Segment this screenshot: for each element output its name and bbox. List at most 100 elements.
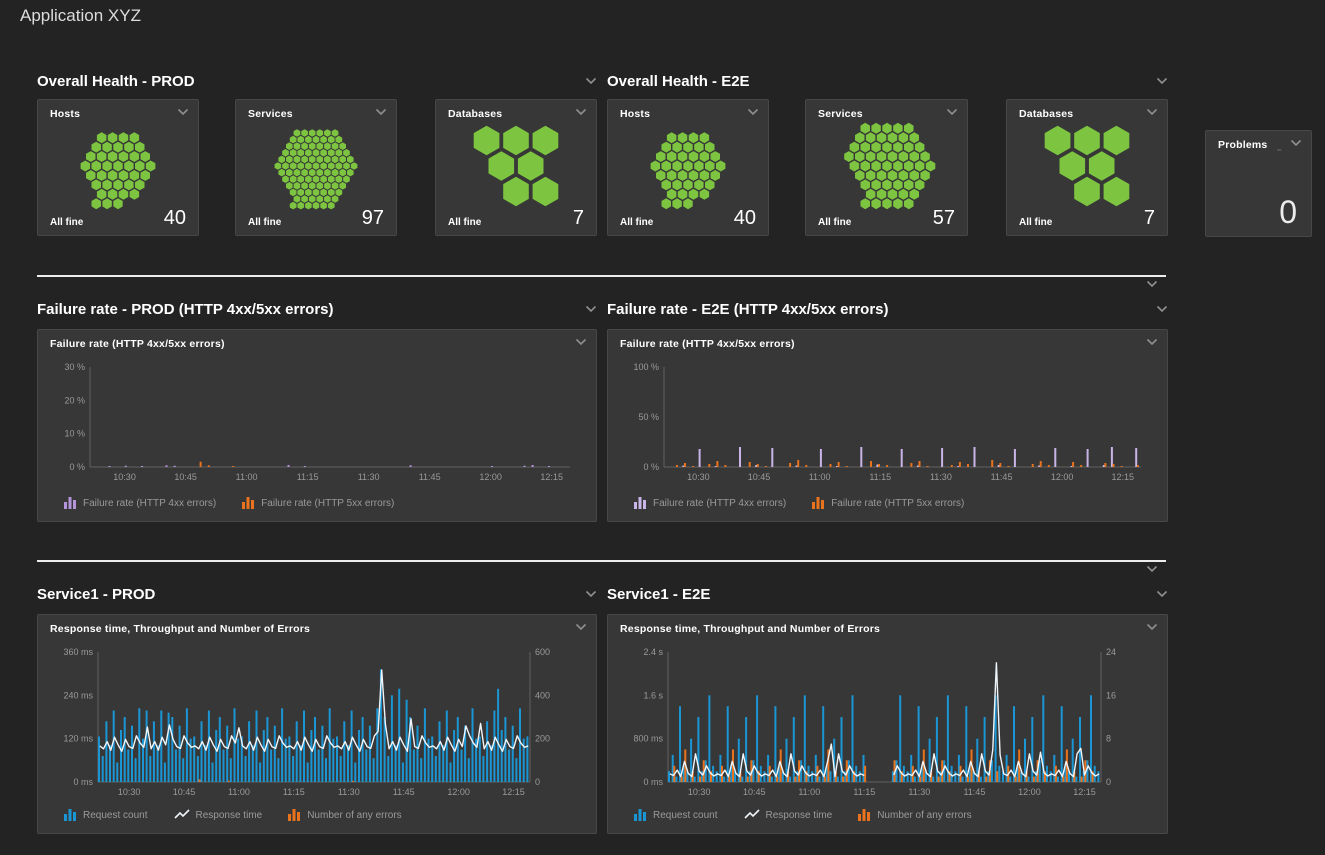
chevron-down-icon[interactable]: [1146, 338, 1158, 346]
line-series-icon: [744, 809, 760, 821]
tile-hosts-e2e: Hosts All fine40: [607, 99, 769, 236]
svg-text:360 ms: 360 ms: [63, 647, 93, 657]
legend-label: Request count: [83, 810, 148, 821]
line-series-icon: [174, 809, 190, 821]
entity-count: 40: [734, 208, 756, 228]
svg-text:11:15: 11:15: [869, 472, 891, 482]
svg-text:240 ms: 240 ms: [63, 690, 93, 700]
svg-text:0 %: 0 %: [69, 462, 85, 472]
svg-text:11:45: 11:45: [419, 472, 441, 482]
svg-text:11:00: 11:00: [798, 787, 820, 797]
svg-text:0: 0: [1106, 777, 1111, 787]
svg-text:11:30: 11:30: [930, 472, 952, 482]
tile-problems: Problems 0: [1205, 130, 1312, 237]
health-hexagons: [236, 124, 396, 205]
service1-e2e-chart: 0 ms800 ms1.6 s2.4 s08162410:3010:4511:0…: [620, 643, 1155, 805]
chart-legend: Request count Response time Number of any …: [634, 809, 972, 821]
legend-item[interactable]: Number of any errors: [288, 809, 401, 821]
chevron-down-icon[interactable]: [1156, 305, 1168, 313]
svg-text:50 %: 50 %: [638, 412, 659, 422]
tile-databases-prod: Databases All fine7: [435, 99, 597, 236]
section-title: Overall Health - PROD: [37, 73, 195, 90]
legend-item[interactable]: Request count: [634, 809, 718, 821]
chevron-down-icon[interactable]: [1156, 77, 1168, 85]
svg-text:12:00: 12:00: [447, 787, 470, 797]
legend-item[interactable]: Response time: [174, 809, 263, 821]
entity-count: 40: [164, 208, 186, 228]
dashboard-title: Application XYZ: [20, 6, 141, 26]
legend-item[interactable]: Request count: [64, 809, 148, 821]
svg-text:600: 600: [535, 647, 550, 657]
chevron-down-icon[interactable]: [585, 590, 597, 598]
chevron-down-icon[interactable]: [1146, 565, 1158, 573]
svg-text:0 ms: 0 ms: [73, 777, 93, 787]
legend-label: Number of any errors: [307, 810, 401, 821]
svg-text:12:15: 12:15: [1112, 472, 1135, 482]
chevron-down-icon[interactable]: [575, 623, 587, 631]
svg-text:16: 16: [1106, 690, 1116, 700]
failure-rate-e2e-tile: Failure rate (HTTP 4xx/5xx errors) 0 %50…: [607, 329, 1168, 522]
chart-title: Failure rate (HTTP 4xx/5xx errors): [50, 338, 225, 350]
chevron-down-icon[interactable]: [575, 338, 587, 346]
chevron-down-icon[interactable]: [177, 108, 189, 116]
bar-series-icon: [64, 497, 77, 509]
svg-text:11:45: 11:45: [393, 787, 415, 797]
section-header-overall-prod: Overall Health - PROD: [37, 72, 597, 90]
svg-text:0 %: 0 %: [643, 462, 659, 472]
svg-text:11:30: 11:30: [908, 787, 930, 797]
svg-text:11:30: 11:30: [358, 472, 380, 482]
legend-label: Request count: [653, 810, 718, 821]
chart-title: Response time, Throughput and Number of …: [620, 623, 880, 635]
chevron-down-icon[interactable]: [946, 108, 958, 116]
chart-legend: Failure rate (HTTP 4xx errors) Failure ra…: [634, 497, 964, 509]
svg-text:800 ms: 800 ms: [633, 734, 663, 744]
section-header-failure-e2e: Failure rate - E2E (HTTP 4xx/5xx errors): [607, 300, 1168, 318]
bar-series-icon: [634, 809, 647, 821]
chevron-down-icon[interactable]: [1156, 590, 1168, 598]
entity-count: 97: [362, 208, 384, 228]
svg-text:12:15: 12:15: [540, 472, 563, 482]
legend-item[interactable]: Failure rate (HTTP 5xx errors): [242, 497, 394, 509]
svg-text:12:15: 12:15: [502, 787, 525, 797]
legend-item[interactable]: Number of any errors: [858, 809, 971, 821]
legend-label: Failure rate (HTTP 4xx errors): [83, 498, 216, 509]
service1-prod-tile: Response time, Throughput and Number of …: [37, 614, 597, 834]
legend-item[interactable]: Response time: [744, 809, 833, 821]
chevron-down-icon[interactable]: [585, 305, 597, 313]
status-label: All fine: [1019, 217, 1052, 228]
chevron-down-icon[interactable]: [1146, 623, 1158, 631]
legend-item[interactable]: Failure rate (HTTP 4xx errors): [634, 497, 786, 509]
chevron-down-icon[interactable]: [1146, 280, 1158, 288]
section-title: Service1 - PROD: [37, 586, 155, 603]
svg-text:11:15: 11:15: [853, 787, 875, 797]
health-hexagons: [1007, 124, 1167, 205]
svg-text:100 %: 100 %: [633, 362, 659, 372]
section-header-failure-prod: Failure rate - PROD (HTTP 4xx/5xx errors…: [37, 300, 597, 318]
svg-text:20 %: 20 %: [64, 395, 85, 405]
bar-series-icon: [858, 809, 871, 821]
chevron-down-icon[interactable]: [585, 77, 597, 85]
legend-label: Number of any errors: [877, 810, 971, 821]
health-hexagons: [608, 124, 768, 205]
tile-services-prod: Services All fine97: [235, 99, 397, 236]
chevron-down-icon[interactable]: [575, 108, 587, 116]
chevron-down-icon[interactable]: [1146, 108, 1158, 116]
health-hexagons: [806, 124, 967, 205]
chevron-down-icon[interactable]: [1290, 139, 1302, 147]
svg-text:11:15: 11:15: [297, 472, 319, 482]
legend-item[interactable]: Failure rate (HTTP 4xx errors): [64, 497, 216, 509]
legend-item[interactable]: Failure rate (HTTP 5xx errors): [812, 497, 964, 509]
svg-text:400: 400: [535, 690, 550, 700]
section-header-overall-e2e: Overall Health - E2E: [607, 72, 1168, 90]
failure-rate-prod-chart: 0 %10 %20 %30 %10:3010:4511:0011:1511:30…: [50, 358, 584, 490]
chevron-down-icon[interactable]: [747, 108, 759, 116]
chart-title: Response time, Throughput and Number of …: [50, 623, 310, 635]
svg-text:10:45: 10:45: [174, 472, 197, 482]
service1-prod-chart: 0 ms120 ms240 ms360 ms020040060010:3010:…: [50, 643, 584, 805]
svg-text:12:00: 12:00: [1051, 472, 1074, 482]
svg-text:24: 24: [1106, 647, 1116, 657]
status-label: All fine: [818, 217, 851, 228]
svg-text:12:00: 12:00: [1018, 787, 1041, 797]
svg-text:12:00: 12:00: [479, 472, 502, 482]
chevron-down-icon[interactable]: [375, 108, 387, 116]
